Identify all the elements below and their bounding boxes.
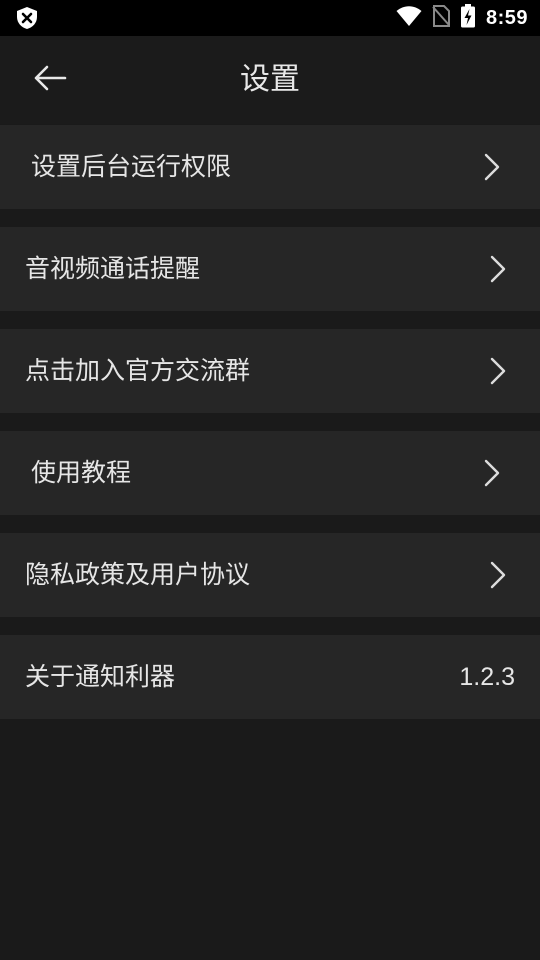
status-time: 8:59 bbox=[485, 6, 528, 29]
settings-item-call-reminder[interactable]: 音视频通话提醒 bbox=[0, 227, 540, 311]
settings-item-label: 音视频通话提醒 bbox=[25, 254, 201, 283]
chevron-right-icon bbox=[488, 357, 508, 385]
no-sim-icon bbox=[432, 5, 450, 31]
settings-item-label: 隐私政策及用户协议 bbox=[25, 560, 251, 589]
wifi-icon bbox=[396, 5, 422, 31]
toolbar: 设置 bbox=[0, 36, 540, 124]
settings-item-label: 关于通知利器 bbox=[25, 662, 176, 691]
settings-item-background-permission[interactable]: 设置后台运行权限 bbox=[0, 125, 540, 209]
status-bar: 8:59 bbox=[0, 0, 540, 36]
settings-item-about[interactable]: 关于通知利器 1.2.3 bbox=[0, 635, 540, 719]
settings-item-label: 使用教程 bbox=[31, 458, 132, 487]
settings-item-label: 设置后台运行权限 bbox=[31, 152, 232, 181]
settings-item-tutorial[interactable]: 使用教程 bbox=[0, 431, 540, 515]
back-button[interactable] bbox=[26, 60, 74, 100]
chevron-right-icon bbox=[482, 153, 502, 181]
chevron-right-icon bbox=[482, 459, 502, 487]
version-number: 1.2.3 bbox=[459, 663, 515, 691]
settings-item-join-group[interactable]: 点击加入官方交流群 bbox=[0, 329, 540, 413]
chevron-right-icon bbox=[488, 255, 508, 283]
chevron-right-icon bbox=[488, 561, 508, 589]
settings-item-privacy-policy[interactable]: 隐私政策及用户协议 bbox=[0, 533, 540, 617]
shield-x-icon bbox=[14, 6, 40, 30]
page-title: 设置 bbox=[240, 62, 300, 97]
battery-charging-icon bbox=[460, 4, 476, 32]
settings-item-label: 点击加入官方交流群 bbox=[25, 356, 251, 385]
arrow-left-icon bbox=[33, 65, 67, 95]
